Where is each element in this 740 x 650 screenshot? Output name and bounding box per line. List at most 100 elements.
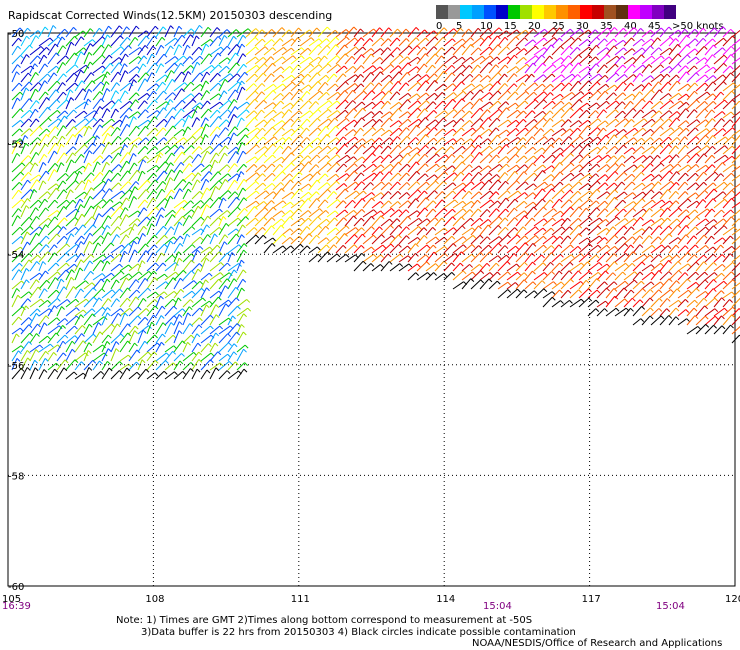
wind-barb <box>668 53 679 65</box>
wind-barb <box>119 234 127 245</box>
wind-barb-feather <box>21 199 25 203</box>
wind-barb <box>182 99 194 110</box>
wind-barb <box>560 55 569 65</box>
wind-barb <box>182 65 192 74</box>
wind-barb-feather <box>289 66 294 70</box>
wind-barb-feather <box>299 134 304 139</box>
wind-barb-feather <box>418 226 422 230</box>
wind-barb <box>425 263 436 272</box>
wind-barb <box>353 46 364 56</box>
wind-barb <box>335 233 345 245</box>
wind-barb <box>110 90 117 101</box>
wind-barb-feather <box>26 35 30 40</box>
wind-barb <box>443 208 453 218</box>
wind-barb <box>299 63 311 74</box>
wind-barb-feather <box>624 74 628 78</box>
wind-barb <box>218 223 227 236</box>
wind-barb-feather <box>145 109 149 113</box>
wind-barb <box>641 155 651 164</box>
wind-barb <box>659 127 672 137</box>
wind-barb-feather <box>451 46 456 51</box>
wind-barb <box>299 173 311 182</box>
wind-barb-feather <box>569 226 573 231</box>
wind-barb-feather <box>432 208 437 213</box>
wind-barb <box>47 244 55 254</box>
wind-barb-feather <box>587 183 592 187</box>
wind-barb-feather <box>639 91 644 96</box>
wind-barb-feather <box>87 98 92 103</box>
wind-barb <box>659 170 670 182</box>
wind-barb <box>380 154 390 164</box>
wind-barb-feather <box>470 90 474 95</box>
wind-barb <box>506 119 517 128</box>
wind-barb <box>641 226 650 236</box>
wind-barb-feather <box>233 114 238 118</box>
wind-barb <box>371 119 380 128</box>
wind-barb <box>137 93 148 101</box>
wind-barb <box>650 154 658 164</box>
wind-barb-feather <box>87 179 92 184</box>
wind-barb <box>731 38 740 47</box>
wind-barb-feather <box>47 217 52 222</box>
wind-barb-feather <box>336 154 341 159</box>
wind-barb-feather <box>64 318 69 322</box>
wind-barb-feather <box>108 25 112 30</box>
wind-barb-feather <box>34 162 39 167</box>
wind-barb-feather <box>667 207 671 212</box>
wind-barb-feather <box>451 165 456 170</box>
wind-barb <box>677 54 688 65</box>
wind-barb-feather <box>224 145 229 150</box>
wind-barb-feather <box>553 37 558 41</box>
wind-barb <box>389 154 401 164</box>
wind-barb-feather <box>551 271 556 275</box>
wind-barb <box>11 189 19 200</box>
wind-barb <box>731 116 740 128</box>
wind-barb-feather <box>427 272 431 276</box>
wind-barb <box>425 30 435 38</box>
wind-barb-feather <box>651 271 656 276</box>
wind-barb <box>272 210 282 218</box>
wind-barb <box>128 315 139 326</box>
wind-barb-feather <box>469 120 474 124</box>
wind-barb-feather <box>125 277 130 282</box>
wind-barb-feather <box>730 235 734 240</box>
wind-barb-feather <box>661 217 665 222</box>
wind-barb <box>677 272 686 281</box>
wind-barb-feather <box>461 225 466 230</box>
wind-barb <box>596 308 605 317</box>
wind-barb-feather <box>639 72 644 77</box>
wind-barb-feather <box>677 237 682 241</box>
wind-barb-feather <box>326 182 331 186</box>
wind-barb <box>389 65 399 74</box>
wind-barb <box>407 45 418 56</box>
wind-barb-feather <box>487 138 492 142</box>
wind-barb-feather <box>496 56 501 61</box>
wind-barb <box>263 39 272 47</box>
wind-barb-feather <box>559 147 564 152</box>
wind-barb-feather <box>81 235 85 240</box>
wind-barb-feather <box>579 135 584 140</box>
wind-barb <box>614 191 625 200</box>
wind-barb <box>326 180 337 191</box>
wind-barb-feather <box>541 147 546 152</box>
wind-barb <box>362 38 371 47</box>
wind-barb-feather <box>135 181 140 185</box>
wind-barb-feather <box>570 162 575 167</box>
wind-barb-feather <box>434 92 438 97</box>
wind-barb-feather <box>233 278 238 283</box>
wind-barb-feather <box>479 84 484 88</box>
wind-barb-feather <box>102 254 107 259</box>
wind-barb-feather <box>641 38 645 43</box>
wind-barb <box>371 181 382 191</box>
wind-barb <box>695 254 705 263</box>
wind-barb <box>704 93 714 101</box>
wind-barb <box>146 252 154 263</box>
wind-barb-feather <box>632 251 637 255</box>
wind-barb-feather <box>506 46 510 50</box>
wind-barb <box>281 173 290 182</box>
wind-barb <box>515 215 526 227</box>
wind-barb-feather <box>684 28 689 33</box>
wind-barb <box>65 189 71 200</box>
wind-barb <box>389 181 398 191</box>
wind-barb-feather <box>25 305 30 310</box>
